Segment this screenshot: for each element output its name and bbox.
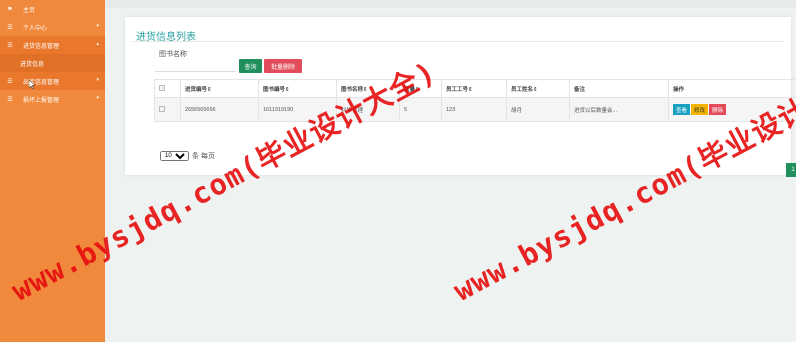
chevron-down-icon: ▾: [96, 77, 99, 83]
batch-delete-button[interactable]: 批量删除: [264, 59, 302, 73]
main-content: 进货信息列表 图书名称 查询 批量删除 进货编号⇕ 图书编号⇕ 图书名称⇕ 数量…: [105, 0, 796, 342]
list-icon: ☰: [7, 42, 13, 49]
cell-book-name: 科学管理: [336, 97, 400, 122]
sidebar: ⚑ 主页 ☰ 个人中心 ▾ ☰ 进货信息管理 ▴ 进货信息 ☰ 出库信息管理 ▾…: [0, 0, 105, 342]
column-header[interactable]: 员工姓名⇕: [506, 79, 570, 98]
divider: [133, 41, 783, 42]
chevron-down-icon: ▾: [96, 95, 99, 101]
sidebar-item-outbound-management[interactable]: ☰ 出库信息管理 ▾: [0, 72, 105, 90]
per-page-label: 条 每页: [192, 153, 215, 160]
cell-employee-no: 123: [441, 97, 507, 122]
sidebar-item-label: 个人中心: [23, 25, 48, 32]
cell-actions: 查看 修改 删除: [668, 97, 796, 122]
edit-button[interactable]: 修改: [691, 104, 709, 115]
sidebar-subitem-purchase-info[interactable]: 进货信息: [0, 54, 105, 72]
list-icon: ☰: [7, 78, 13, 85]
book-name-search-input[interactable]: [155, 58, 236, 72]
sidebar-item-damage-report-management[interactable]: ☰ 损坏上报管理 ▾: [0, 90, 105, 108]
column-header[interactable]: 图书名称⇕: [336, 79, 400, 98]
sidebar-item-purchase-management[interactable]: ☰ 进货信息管理 ▴: [0, 36, 105, 54]
chevron-up-icon: ▴: [96, 41, 99, 47]
select-all-checkbox[interactable]: [159, 84, 165, 91]
chevron-down-icon: ▾: [96, 23, 99, 29]
mouse-cursor-icon: [29, 80, 36, 89]
sidebar-item-label: 进货信息: [20, 61, 45, 68]
column-header[interactable]: 员工工号⇕: [441, 79, 507, 98]
purchase-table: 进货编号⇕ 图书编号⇕ 图书名称⇕ 数量⇕ 员工工号⇕ 员工姓名⇕ 备注 操作 …: [154, 79, 796, 122]
sidebar-item-label: 损坏上报管理: [23, 97, 60, 104]
column-header: 操作: [668, 79, 796, 98]
top-bar: [105, 0, 796, 8]
view-button[interactable]: 查看: [673, 104, 691, 115]
column-header[interactable]: 进货编号⇕: [180, 79, 259, 98]
cell-note: 进货以后数量会...: [569, 97, 669, 122]
sidebar-item-home[interactable]: ⚑ 主页: [0, 0, 105, 18]
column-header[interactable]: 图书编号⇕: [258, 79, 337, 98]
page-size-select[interactable]: 10: [160, 151, 189, 161]
column-header: 备注: [569, 79, 669, 98]
sidebar-item-personal-center[interactable]: ☰ 个人中心 ▾: [0, 18, 105, 36]
table-header-row: 进货编号⇕ 图书编号⇕ 图书名称⇕ 数量⇕ 员工工号⇕ 员工姓名⇕ 备注 操作: [154, 79, 796, 98]
sidebar-item-label: 进货信息管理: [23, 43, 60, 50]
row-checkbox[interactable]: [159, 105, 165, 112]
row-select-cell: [154, 97, 181, 122]
column-header[interactable]: 数量⇕: [399, 79, 442, 98]
cell-quantity: 5: [399, 97, 442, 122]
sidebar-item-label: 主页: [23, 7, 36, 14]
cell-employee-name: 胡月: [506, 97, 570, 122]
select-all-cell: [154, 79, 181, 98]
table-row: 2656565656 1611919190 科学管理 5 123 胡月 进货以后…: [154, 97, 796, 122]
page-size-control: 10 条 每页: [160, 151, 215, 161]
delete-button[interactable]: 删除: [709, 104, 727, 115]
list-icon: ☰: [7, 96, 13, 103]
flag-icon: ⚑: [7, 6, 13, 13]
query-button[interactable]: 查询: [239, 59, 262, 73]
cell-purchase-no: 2656565656: [180, 97, 259, 122]
list-icon: ☰: [7, 24, 13, 31]
page-number-button[interactable]: 1: [786, 163, 796, 177]
cell-book-no: 1611919190: [258, 97, 337, 122]
purchase-list-panel: 进货信息列表 图书名称 查询 批量删除 进货编号⇕ 图书编号⇕ 图书名称⇕ 数量…: [125, 17, 796, 177]
